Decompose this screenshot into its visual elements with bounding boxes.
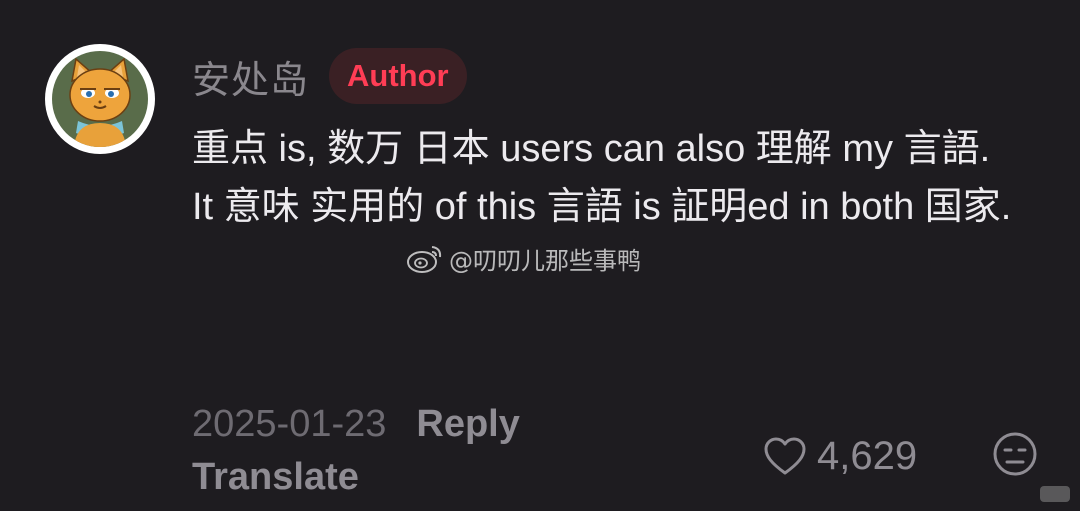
like-button[interactable]: 4,629 <box>763 428 917 484</box>
weibo-icon <box>407 246 442 273</box>
watermark: @叨叨儿那些事鸭 <box>405 238 641 278</box>
comment-paragraph: It 意味 实用的 of this 言語 is 証明ed in both 国家. <box>192 186 1012 228</box>
avatar[interactable] <box>45 44 155 154</box>
cat-avatar-icon <box>52 51 148 147</box>
neutral-face-icon <box>993 432 1037 476</box>
corner-logo <box>1040 486 1070 502</box>
comment-text: 重点 is, 数万 日本 users can also 理解 my 言語. It… <box>192 120 1042 236</box>
author-badge: Author <box>329 48 467 104</box>
comment-paragraph: 重点 is, 数万 日本 users can also 理解 my 言語. <box>192 128 991 170</box>
like-count: 4,629 <box>817 433 918 478</box>
username[interactable]: 安处岛 <box>192 49 309 104</box>
heart-outline-icon <box>764 437 806 475</box>
comment-date: 2025-01-23 <box>192 402 387 445</box>
comment-item: 安处岛 Author 重点 is, 数万 日本 users can also 理… <box>0 0 1080 511</box>
comment-header: 安处岛 Author <box>192 48 467 104</box>
reply-button[interactable]: Reply <box>416 403 519 446</box>
comment-meta: 2025-01-23 Reply <box>192 400 520 448</box>
watermark-text: @叨叨儿那些事鸭 <box>449 246 641 275</box>
translate-button[interactable]: Translate <box>192 456 359 499</box>
dislike-button[interactable] <box>991 430 1039 478</box>
